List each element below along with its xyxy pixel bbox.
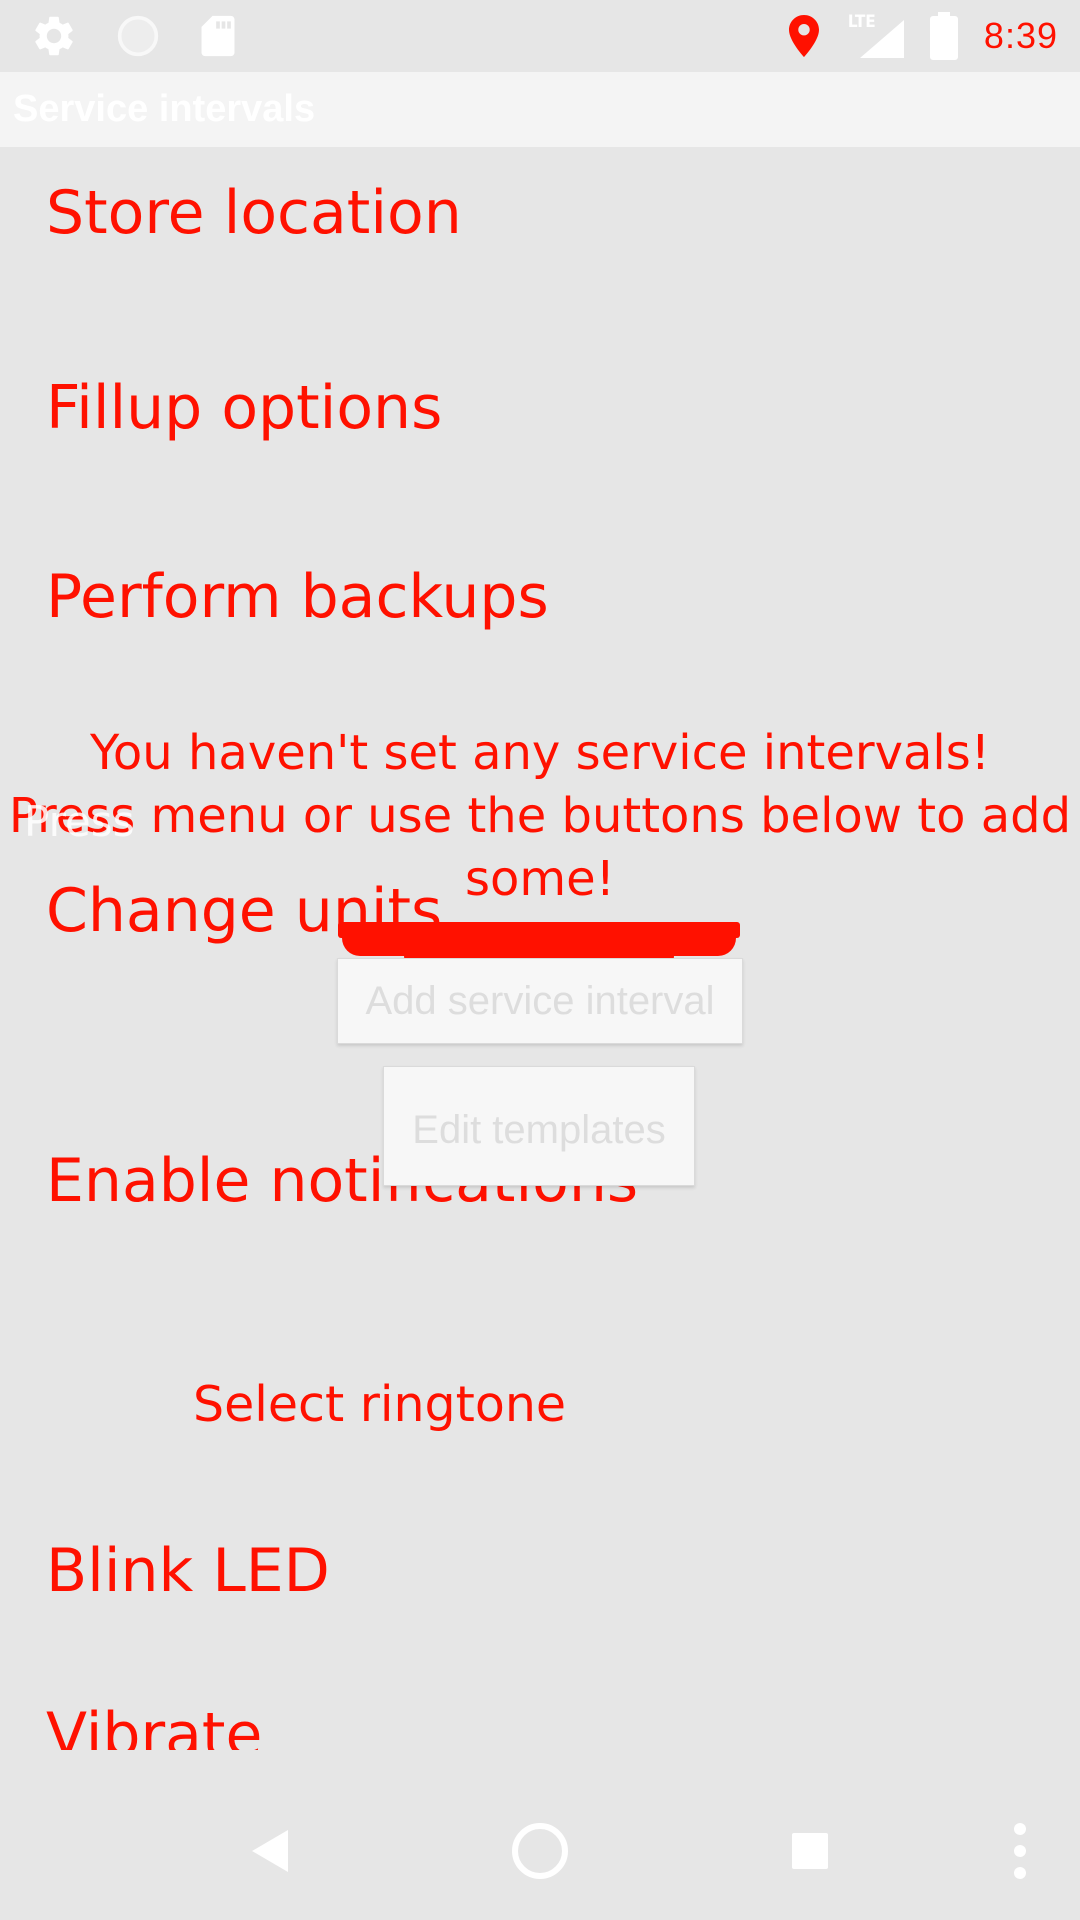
page-title: Service intervals	[13, 88, 316, 130]
signal-indicator: LTE	[848, 12, 904, 58]
empty-state-message: You haven't set any service intervals! P…	[0, 722, 1080, 911]
nav-recents-button[interactable]	[770, 1782, 850, 1920]
gear-icon	[35, 16, 73, 56]
pref-select-ringtone[interactable]: Select ringtone	[193, 1376, 566, 1433]
ghost-press-text: Press	[24, 797, 135, 846]
render-artifact	[342, 938, 736, 956]
pref-perform-backups[interactable]: Perform backups	[46, 562, 549, 632]
empty-state-line-3: some!	[465, 851, 615, 907]
pref-blink-led[interactable]: Blink LED	[46, 1536, 330, 1606]
nav-bar	[0, 1782, 1080, 1920]
back-icon	[252, 1830, 288, 1872]
battery-icon	[929, 12, 958, 60]
pref-store-location[interactable]: Store location	[46, 178, 462, 248]
signal-icon	[859, 20, 904, 58]
edit-templates-button[interactable]: Edit templates	[383, 1066, 695, 1186]
sd-card-icon	[201, 15, 235, 57]
nav-home-button[interactable]	[500, 1782, 580, 1920]
more-options-icon	[1014, 1823, 1026, 1879]
add-service-interval-button[interactable]: Add service interval	[337, 958, 743, 1044]
empty-state-line-1: You haven't set any service intervals!	[89, 725, 991, 781]
title-bar: Service intervals	[0, 72, 1080, 147]
home-icon	[512, 1823, 568, 1879]
empty-state-line-2: Press menu or use the buttons below to a…	[8, 788, 1072, 844]
circle-icon	[117, 15, 159, 57]
status-bar: LTE 8:39	[0, 0, 1080, 72]
render-artifact	[338, 922, 740, 938]
status-time: 8:39	[983, 15, 1058, 56]
pref-fillup-options[interactable]: Fillup options	[46, 373, 442, 443]
nav-back-button[interactable]	[228, 1782, 312, 1920]
location-pin-icon	[788, 15, 819, 57]
list-clip: Vibrate	[0, 1690, 1080, 1750]
recents-icon	[792, 1833, 828, 1869]
pref-vibrate[interactable]: Vibrate	[46, 1700, 262, 1750]
nav-more-options-button[interactable]	[1000, 1782, 1040, 1920]
